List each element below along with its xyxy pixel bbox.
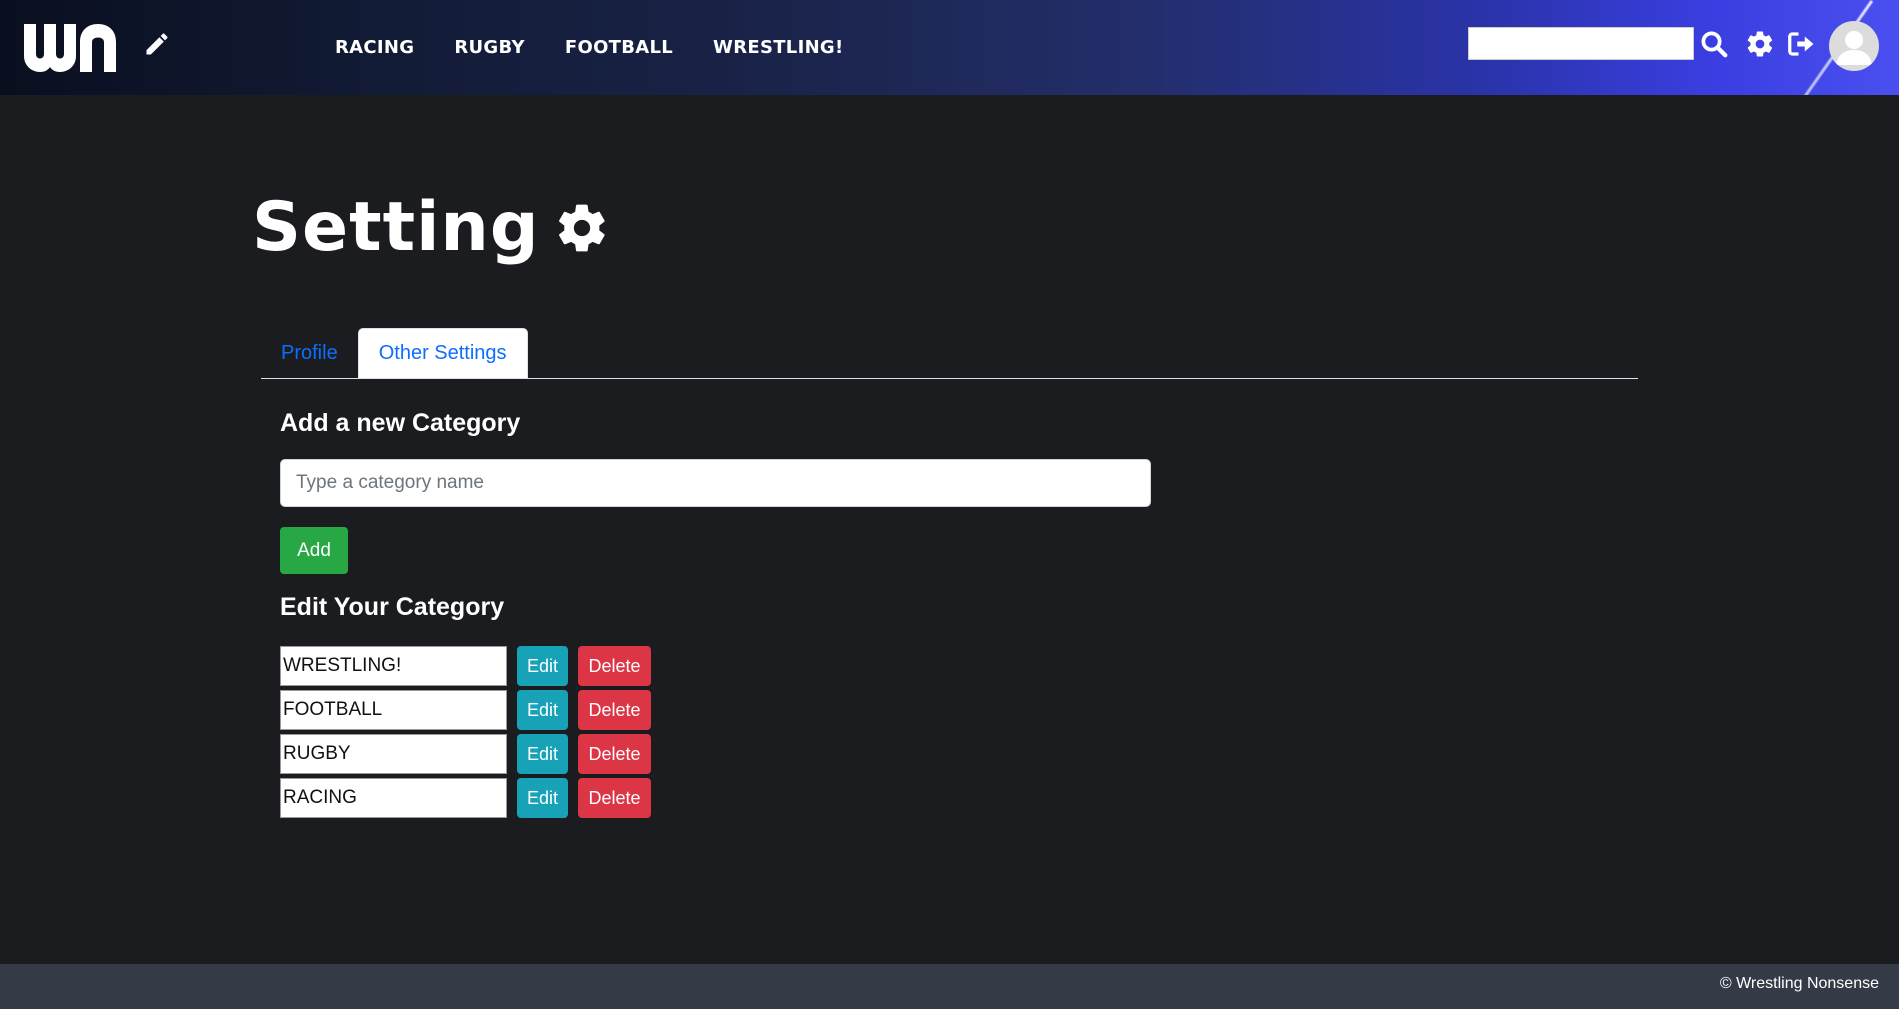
delete-button[interactable]: Delete (578, 734, 651, 774)
gear-icon (558, 204, 605, 251)
main-nav: RACING RUGBY FOOTBALL WRESTLING! (335, 0, 844, 95)
settings-tabs: Profile Other Settings (261, 327, 1638, 379)
avatar-icon (1836, 31, 1872, 65)
page-title: Setting (252, 188, 610, 267)
edit-button[interactable]: Edit (517, 646, 568, 686)
page-title-text: Setting (252, 188, 540, 267)
delete-button[interactable]: Delete (578, 646, 651, 686)
edit-button[interactable]: Edit (517, 690, 568, 730)
category-name-field[interactable] (280, 646, 507, 686)
category-row: Edit Delete (280, 732, 651, 776)
gear-icon[interactable] (1745, 29, 1775, 59)
edit-button[interactable]: Edit (517, 734, 568, 774)
add-category-heading: Add a new Category (280, 409, 521, 437)
nav-racing[interactable]: RACING (335, 37, 414, 58)
search-input[interactable] (1468, 27, 1694, 60)
category-row: Edit Delete (280, 776, 651, 820)
category-row: Edit Delete (280, 644, 651, 688)
category-row: Edit Delete (280, 688, 651, 732)
nav-rugby[interactable]: RUGBY (454, 37, 525, 58)
edit-button[interactable]: Edit (517, 778, 568, 818)
pencil-icon[interactable] (143, 30, 171, 58)
avatar[interactable] (1829, 21, 1879, 71)
tab-other-settings[interactable]: Other Settings (357, 328, 528, 378)
category-name-field[interactable] (280, 734, 507, 774)
edit-category-heading: Edit Your Category (280, 593, 505, 621)
delete-button[interactable]: Delete (578, 690, 651, 730)
tab-profile[interactable]: Profile (261, 328, 358, 378)
footer: © Wrestling Nonsense (0, 964, 1899, 1009)
search-icon[interactable] (1699, 29, 1729, 59)
nav-football[interactable]: FOOTBALL (565, 37, 673, 58)
top-navbar: RACING RUGBY FOOTBALL WRESTLING! (0, 0, 1899, 95)
category-name-field[interactable] (280, 690, 507, 730)
category-name-input[interactable] (280, 459, 1151, 507)
footer-copyright: © Wrestling Nonsense (1719, 975, 1879, 992)
add-category-button[interactable]: Add (280, 527, 348, 574)
logout-icon[interactable] (1786, 29, 1816, 59)
logo[interactable] (22, 18, 118, 72)
category-name-field[interactable] (280, 778, 507, 818)
category-list: Edit Delete Edit Delete Edit Delete Edit… (280, 644, 651, 820)
nav-wrestling[interactable]: WRESTLING! (713, 37, 843, 58)
delete-button[interactable]: Delete (578, 778, 651, 818)
